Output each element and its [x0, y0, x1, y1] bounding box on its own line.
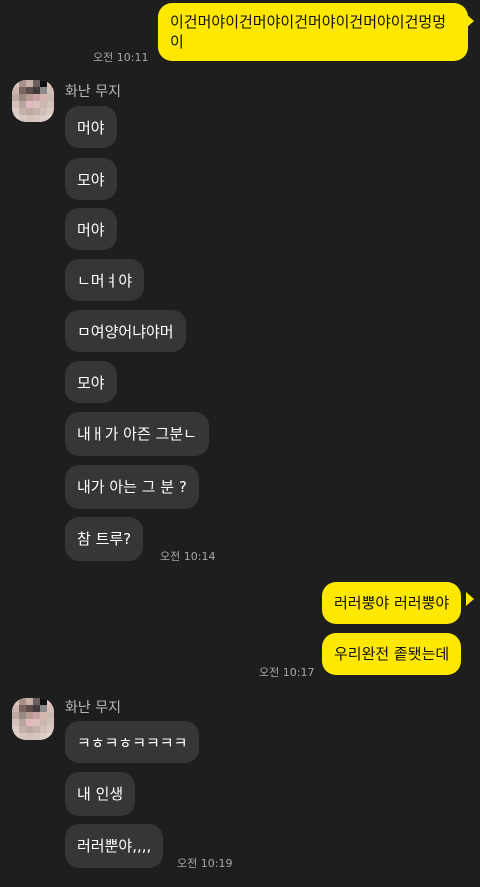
- sender-name: 화난 무지: [65, 84, 121, 100]
- message-text: 내가 아는 그 분 ?: [77, 478, 187, 496]
- outgoing-message-bubble[interactable]: 이건머야이건머야이건머야이건머야이건멍멍이: [158, 3, 468, 61]
- incoming-message-bubble[interactable]: ㅁ여양어냐야머: [65, 310, 186, 352]
- message-text: 우리완전 좉됏는데: [334, 645, 450, 663]
- message-text: 이건머야이건머야이건머야이건머야이건멍멍이: [170, 13, 447, 51]
- message-text: 모야: [77, 374, 105, 392]
- message-text: 머야: [77, 119, 105, 137]
- bubble-tail: [466, 592, 474, 606]
- message-text: 내ㅐ가 아즌 그분ㄴ: [77, 425, 197, 443]
- message-text: 러러뿐야,,,,: [77, 837, 152, 855]
- incoming-message-bubble[interactable]: 모야: [65, 361, 117, 403]
- chat-thread: 이건머야이건머야이건머야이건머야이건멍멍이 오전 10:11 화난 무지 머야 …: [0, 0, 480, 887]
- sender-avatar-icon[interactable]: [12, 698, 54, 740]
- message-timestamp: 오전 10:19: [177, 857, 233, 870]
- incoming-message-bubble[interactable]: 내가 아는 그 분 ?: [65, 465, 199, 509]
- incoming-message-bubble[interactable]: 머야: [65, 106, 117, 148]
- sender-avatar-icon[interactable]: [12, 80, 54, 122]
- message-text: 내 인생: [77, 785, 124, 803]
- incoming-message-bubble[interactable]: 머야: [65, 208, 117, 250]
- message-timestamp: 오전 10:17: [259, 666, 315, 679]
- incoming-message-bubble[interactable]: 내ㅐ가 아즌 그분ㄴ: [65, 412, 209, 456]
- sender-name: 화난 무지: [65, 700, 121, 716]
- message-timestamp: 오전 10:11: [93, 51, 149, 64]
- incoming-message-bubble[interactable]: 내 인생: [65, 772, 136, 816]
- outgoing-message-bubble[interactable]: 우리완전 좉됏는데: [322, 633, 462, 675]
- incoming-message-bubble[interactable]: 모야: [65, 158, 117, 200]
- incoming-message-bubble[interactable]: ㅋㅎㅋㅎㅋㅋㅋㅋ: [65, 721, 200, 763]
- message-text: ㅁ여양어냐야머: [77, 323, 174, 341]
- message-text: 참 트루?: [77, 530, 132, 548]
- bubble-tail: [466, 14, 474, 28]
- message-text: 모야: [77, 171, 105, 189]
- message-text: ㅋㅎㅋㅎㅋㅋㅋㅋ: [77, 734, 188, 752]
- message-timestamp: 오전 10:14: [160, 550, 216, 563]
- incoming-message-bubble[interactable]: ㄴ머ㅕ야: [65, 259, 145, 301]
- message-text: 러러뿡야 러러뿡야: [334, 594, 450, 612]
- outgoing-message-bubble[interactable]: 러러뿡야 러러뿡야: [322, 582, 462, 624]
- incoming-message-bubble[interactable]: 참 트루?: [65, 517, 144, 561]
- message-text: 머야: [77, 221, 105, 239]
- incoming-message-bubble[interactable]: 러러뿐야,,,,: [65, 824, 164, 868]
- message-text: ㄴ머ㅕ야: [77, 272, 133, 290]
